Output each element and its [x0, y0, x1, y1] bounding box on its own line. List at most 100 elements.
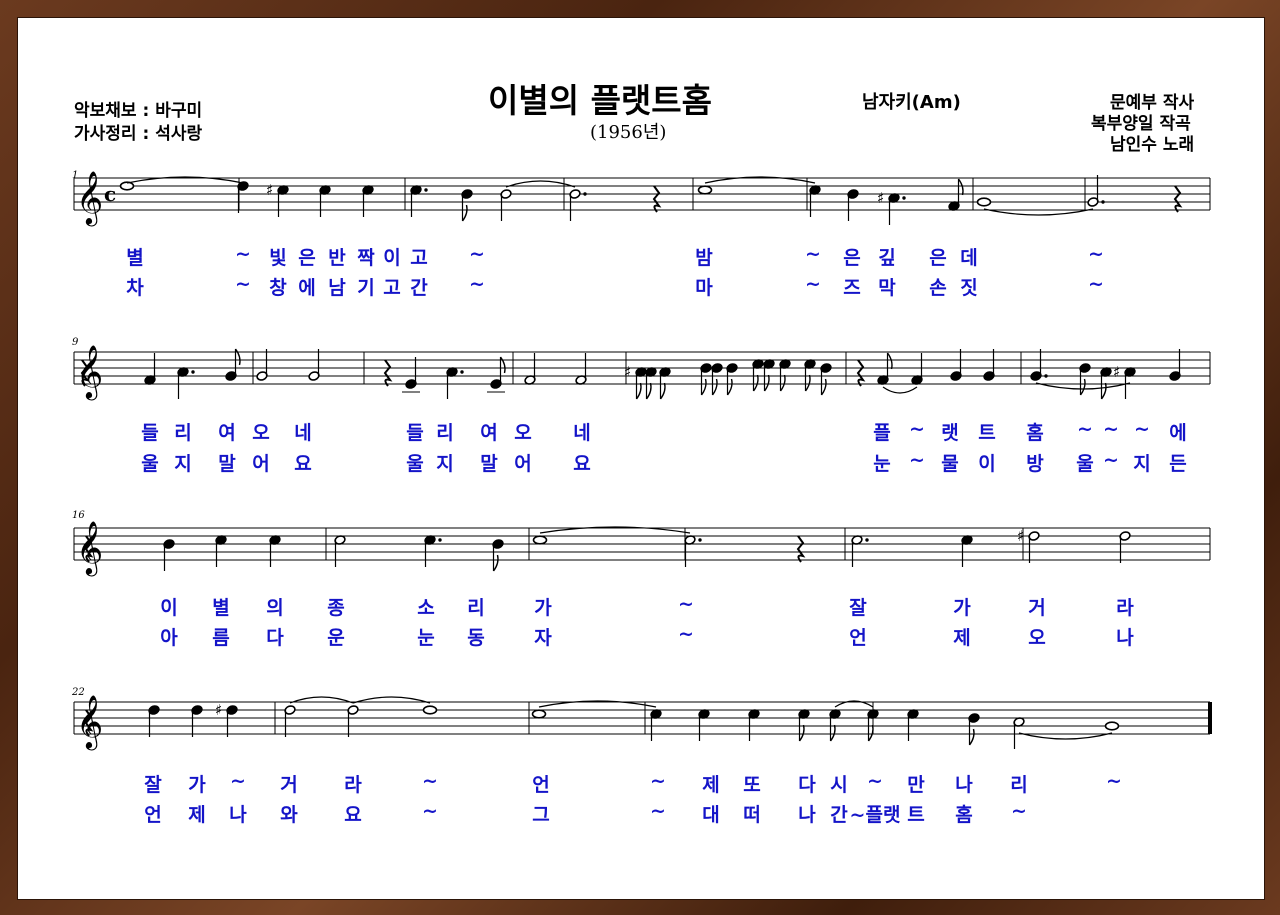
lyric-syllable: 은 — [929, 247, 947, 269]
lyric-syllable: 대 — [702, 804, 720, 826]
lyric-syllable: 언 — [849, 627, 867, 649]
lyric-syllable: ~ — [1103, 418, 1119, 440]
lyric-syllable: 눈 — [873, 453, 891, 475]
lyric-syllable: 은 — [843, 247, 861, 269]
measure-number: 22 — [72, 687, 85, 698]
dot — [1101, 200, 1105, 204]
lyric-syllable: 제 — [953, 627, 971, 649]
lyric-syllable: 창 — [269, 277, 287, 299]
lyric-syllable: 데 — [960, 247, 978, 269]
lyric-syllable: 가 — [188, 774, 206, 796]
note-flag — [700, 378, 707, 396]
lyric-syllable: 간 — [410, 277, 428, 299]
lyric-syllable: 가 — [953, 597, 971, 619]
lyric-syllable: 짓 — [960, 277, 978, 299]
sharp-sign: ♯ — [1113, 363, 1120, 381]
lyric-syllable: 마 — [695, 277, 713, 299]
lyric-syllable: ~ — [867, 770, 883, 792]
note-flag — [1100, 382, 1107, 400]
note-flag — [711, 378, 718, 396]
lyric-syllable: 나 — [1116, 627, 1134, 649]
note-head — [532, 535, 548, 545]
note-head — [119, 181, 135, 191]
lyric-syllable: 은 — [298, 247, 316, 269]
note-flag — [763, 374, 770, 392]
lyric-syllable: ~ — [235, 243, 251, 265]
lyric-syllable: 들 — [141, 422, 159, 444]
note-flag — [635, 382, 642, 400]
dot — [460, 370, 464, 374]
dot — [698, 538, 702, 542]
lyric-syllable: 빛 — [269, 247, 287, 269]
lyric-syllable: 지 — [436, 453, 454, 475]
lyric-syllable: 거 — [1028, 597, 1046, 619]
note-flag — [804, 374, 811, 392]
sharp-sign: ♯ — [624, 363, 631, 381]
note-flag — [867, 724, 874, 742]
measure-number: 16 — [72, 510, 85, 521]
treble-clef: 𝄞 — [76, 170, 103, 226]
lyric-syllable: 막 — [878, 277, 896, 299]
note-head — [1104, 721, 1120, 731]
lyric-syllable: 언 — [532, 774, 550, 796]
lyric-syllable: 지 — [174, 453, 192, 475]
lyric-syllable: 잘 — [849, 597, 867, 619]
lyric-syllable: ~ — [422, 770, 438, 792]
lyric-syllable: 리 — [436, 422, 454, 444]
lyric-syllable: ~ — [650, 800, 666, 822]
lyric-syllable: ~ — [422, 800, 438, 822]
lyric-syllable: ~플랫 — [849, 804, 901, 826]
sharp-sign: ♯ — [877, 189, 884, 207]
lyric-syllable: 랫 — [941, 422, 959, 444]
note-flag — [820, 378, 827, 396]
lyric-syllable: 요 — [344, 804, 362, 826]
lyric-syllable: 다 — [798, 774, 816, 796]
lyric-syllable: 지 — [1133, 453, 1151, 475]
note-head — [697, 185, 713, 195]
dot — [438, 538, 442, 542]
note-head — [531, 709, 547, 719]
lyric-syllable: 제 — [188, 804, 206, 826]
lyric-syllable: 에 — [298, 277, 316, 299]
lyric-syllable: 울 — [406, 453, 424, 475]
dot — [424, 188, 428, 192]
lyric-syllable: 들 — [406, 422, 424, 444]
measure-number: 9 — [72, 337, 79, 348]
lyric-syllable: ~ — [650, 770, 666, 792]
lyric-syllable: 말 — [480, 453, 498, 475]
note-flag — [798, 724, 805, 742]
dot — [865, 538, 869, 542]
lyric-syllable: 요 — [573, 453, 591, 475]
lyric-syllable: 제 — [702, 774, 720, 796]
note-flag — [968, 728, 975, 746]
quarter-rest — [856, 359, 866, 387]
dot — [583, 192, 587, 196]
lyric-syllable: ~ — [1106, 770, 1122, 792]
note-flag — [461, 204, 468, 222]
lyric-syllable: 오 — [514, 422, 532, 444]
lyric-syllable: 깊 — [878, 247, 896, 269]
lyric-syllable: 이 — [160, 597, 178, 619]
lyric-syllable: 눈 — [417, 627, 435, 649]
lyric-syllable: 리 — [1010, 774, 1028, 796]
lyric-syllable: 가 — [534, 597, 552, 619]
lyric-syllable: 방 — [1026, 453, 1044, 475]
lyric-syllable: 네 — [294, 422, 312, 444]
lyric-syllable: 네 — [573, 422, 591, 444]
note-flag — [499, 356, 506, 374]
lyric-syllable: 오 — [1028, 627, 1046, 649]
lyric-syllable: ~ — [1088, 243, 1104, 265]
lyric-syllable: 나 — [955, 774, 973, 796]
lyric-syllable: 물 — [941, 453, 959, 475]
lyric-syllable: ~ — [1011, 800, 1027, 822]
lyric-syllable: 언 — [144, 804, 162, 826]
lyric-syllable: 별 — [212, 597, 230, 619]
note-head — [422, 705, 438, 715]
lyric-syllable: 름 — [212, 627, 230, 649]
lyric-syllable: 또 — [743, 774, 761, 796]
quarter-rest — [652, 185, 662, 213]
lyric-syllable: 리 — [467, 597, 485, 619]
lyric-syllable: ~ — [1077, 418, 1093, 440]
lyric-syllable: 트 — [978, 422, 996, 444]
lyric-syllable: 울 — [141, 453, 159, 475]
